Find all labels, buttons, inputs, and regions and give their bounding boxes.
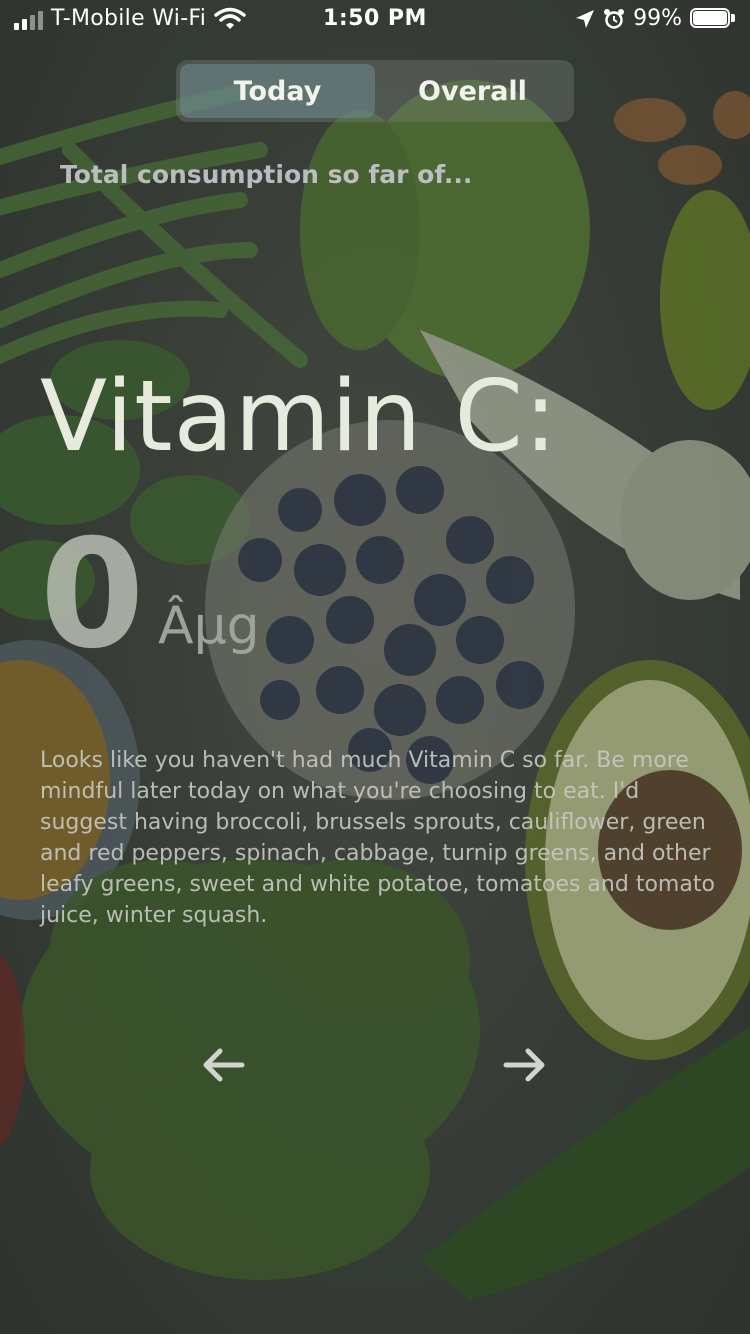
amount-value: 0: [40, 508, 145, 682]
period-segmented-control: Today Overall: [176, 60, 574, 122]
battery-percentage: 99%: [633, 6, 682, 31]
consumption-subtitle: Total consumption so far of...: [60, 160, 473, 189]
next-nutrient-button[interactable]: [500, 1040, 550, 1090]
amount-unit: Âµg: [158, 596, 260, 656]
arrow-right-icon: [503, 1048, 545, 1082]
battery-icon: [690, 7, 736, 30]
previous-nutrient-button[interactable]: [198, 1040, 248, 1090]
tab-overall[interactable]: Overall: [375, 64, 570, 118]
arrow-left-icon: [203, 1048, 245, 1082]
nutrient-title: Vitamin C:: [40, 360, 558, 474]
status-bar: T-Mobile Wi-Fi 1:50 PM 99%: [0, 0, 750, 40]
tab-today[interactable]: Today: [180, 64, 375, 118]
advice-text: Looks like you haven't had much Vitamin …: [40, 748, 715, 928]
location-arrow-icon: [576, 9, 595, 28]
alarm-icon: [604, 8, 625, 29]
